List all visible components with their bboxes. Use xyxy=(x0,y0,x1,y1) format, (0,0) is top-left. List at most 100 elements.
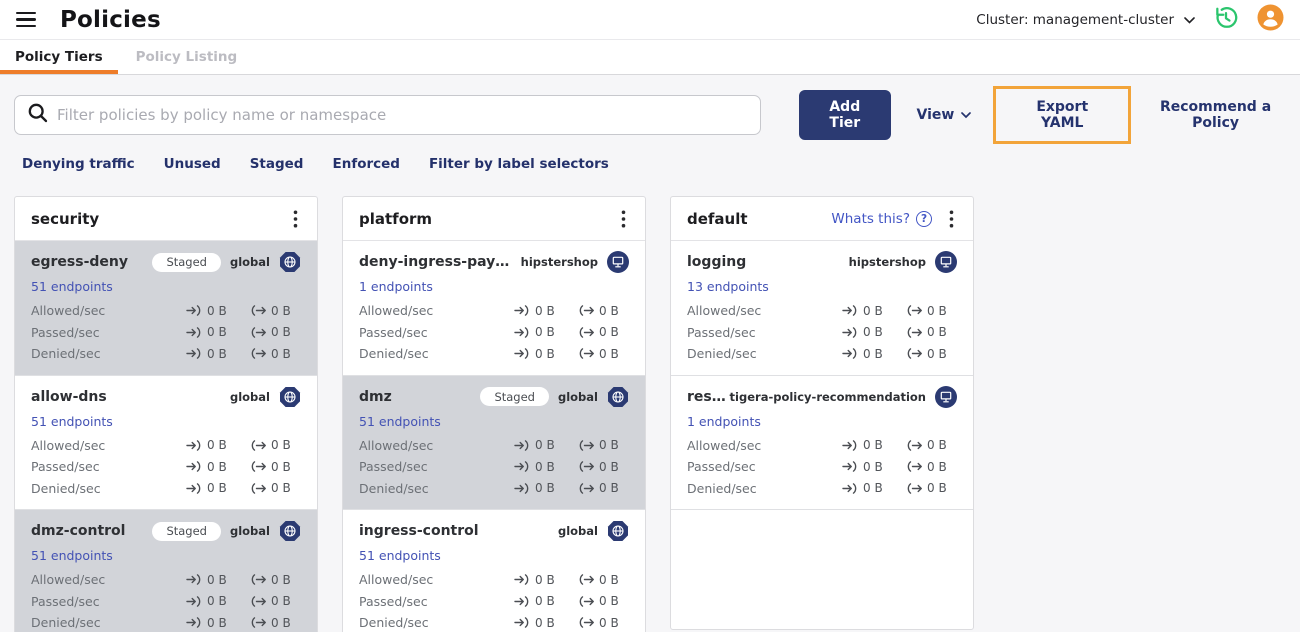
metric-value-out: 0 B xyxy=(599,459,619,474)
egress-icon xyxy=(906,482,923,494)
metric-label: Allowed/sec xyxy=(359,572,434,588)
tier-menu-button[interactable] xyxy=(944,206,959,232)
egress-value: 0 B xyxy=(250,304,301,318)
whats-this-link[interactable]: Whats this?? xyxy=(831,210,932,227)
endpoints-link[interactable]: 51 endpoints xyxy=(31,279,113,297)
metric-values: 0 B 0 B xyxy=(514,594,629,608)
egress-icon xyxy=(250,439,267,451)
whats-this-label: Whats this? xyxy=(831,210,910,227)
staged-badge: Staged xyxy=(152,252,221,272)
ingress-icon xyxy=(186,574,203,586)
metric-value-in: 0 B xyxy=(535,615,555,630)
egress-icon xyxy=(250,574,267,586)
filter-enforced[interactable]: Enforced xyxy=(332,156,399,172)
metric-value-out: 0 B xyxy=(599,481,619,496)
metric-value-out: 0 B xyxy=(599,572,619,587)
ingress-icon xyxy=(514,595,531,607)
policy-card[interactable]: egress-deny Staged global 51 endpoints Allow… xyxy=(15,241,317,375)
egress-value: 0 B xyxy=(250,481,301,495)
metric-label: Passed/sec xyxy=(359,593,428,609)
toolbar: Add Tier View Export YAML Recommend a Po… xyxy=(14,85,1286,144)
egress-value: 0 B xyxy=(578,481,629,495)
ingress-value: 0 B xyxy=(186,573,237,587)
ingress-icon xyxy=(514,326,531,338)
tier-header: security xyxy=(15,197,317,241)
endpoints-link[interactable]: 1 endpoints xyxy=(359,279,433,297)
filter-denying-traffic[interactable]: Denying traffic xyxy=(22,156,135,172)
ingress-value: 0 B xyxy=(186,438,237,452)
metric-values: 0 B 0 B xyxy=(842,438,957,452)
tab-policy-listing[interactable]: Policy Listing xyxy=(121,40,253,74)
egress-value: 0 B xyxy=(578,594,629,608)
user-icon xyxy=(1257,4,1284,35)
policy-card[interactable]: deny-ingress-paymentservi…hipstershop 1 e… xyxy=(343,241,645,375)
egress-icon xyxy=(578,595,595,607)
filter-filter-by-label-selectors[interactable]: Filter by label selectors xyxy=(429,156,609,172)
filter-unused[interactable]: Unused xyxy=(164,156,221,172)
policy-meta: tigera-policy-recommendation xyxy=(730,385,957,408)
user-avatar-button[interactable] xyxy=(1257,4,1284,35)
policy-card[interactable]: logging hipstershop 13 endpoints Allowed/se… xyxy=(671,241,973,375)
egress-icon xyxy=(578,348,595,360)
metric-value-in: 0 B xyxy=(863,325,883,340)
metric-label: Allowed/sec xyxy=(31,437,106,453)
policy-card[interactable]: allow-dns global 51 endpoints Allowed/sec 0 … xyxy=(15,374,317,510)
ingress-value: 0 B xyxy=(186,460,237,474)
ingress-icon xyxy=(842,482,859,494)
metric-label: Denied/sec xyxy=(687,346,757,362)
menu-icon[interactable] xyxy=(16,9,42,31)
metric-label: Passed/sec xyxy=(687,324,756,340)
recommend-policy-button[interactable]: Recommend a Policy xyxy=(1145,99,1286,131)
policy-meta: Staged global xyxy=(152,520,301,542)
metric-row: Denied/sec 0 B 0 B xyxy=(31,343,301,365)
egress-icon xyxy=(250,305,267,317)
tier-menu-button[interactable] xyxy=(616,206,631,232)
globe-badge-icon xyxy=(607,386,629,408)
tier-menu-button[interactable] xyxy=(288,206,303,232)
policy-card[interactable]: dmz-control Staged global 51 endpoints Allow… xyxy=(15,509,317,632)
metric-row: Allowed/sec 0 B 0 B xyxy=(31,435,301,457)
ingress-icon xyxy=(514,439,531,451)
endpoints-link[interactable]: 13 endpoints xyxy=(687,279,769,297)
policy-title-row: logging hipstershop xyxy=(687,249,957,275)
endpoints-link[interactable]: 51 endpoints xyxy=(31,548,113,566)
endpoints-link[interactable]: 51 endpoints xyxy=(359,548,441,566)
ingress-icon xyxy=(186,439,203,451)
tier-card: default Whats this?? logging hipstershop 13 … xyxy=(670,196,974,630)
endpoints-link[interactable]: 51 endpoints xyxy=(31,414,113,432)
tab-policy-tiers[interactable]: Policy Tiers xyxy=(0,40,118,74)
metric-value-out: 0 B xyxy=(927,303,947,318)
policy-card[interactable]: ingress-control global 51 endpoints Allowed… xyxy=(343,509,645,632)
metric-value-out: 0 B xyxy=(927,459,947,474)
metric-value-in: 0 B xyxy=(535,303,555,318)
ingress-icon xyxy=(514,617,531,629)
ingress-value: 0 B xyxy=(186,304,237,318)
add-tier-button[interactable]: Add Tier xyxy=(799,89,891,140)
ingress-icon xyxy=(186,326,203,338)
endpoints-link[interactable]: 1 endpoints xyxy=(687,414,761,432)
policy-card[interactable]: restrictedtigera-policy-recommendation 1 … xyxy=(671,374,973,510)
metric-value-out: 0 B xyxy=(599,594,619,609)
metric-label: Passed/sec xyxy=(359,324,428,340)
policy-name: egress-deny xyxy=(31,254,129,270)
policy-card[interactable]: dmz Staged global 51 endpoints Allowed/sec 0 … xyxy=(343,374,645,509)
filter-staged[interactable]: Staged xyxy=(250,156,304,172)
egress-value: 0 B xyxy=(578,573,629,587)
chevron-down-icon xyxy=(961,107,972,123)
egress-value: 0 B xyxy=(906,325,957,339)
policy-title-row: dmz-control Staged global xyxy=(31,518,301,544)
ingress-value: 0 B xyxy=(514,347,565,361)
globe-badge-icon xyxy=(607,520,629,542)
export-yaml-button[interactable]: Export YAML xyxy=(1019,99,1105,131)
metric-label: Allowed/sec xyxy=(31,303,106,319)
metric-row: Passed/sec 0 B 0 B xyxy=(359,456,629,478)
view-dropdown[interactable]: View xyxy=(917,107,972,123)
metric-label: Passed/sec xyxy=(31,593,100,609)
history-button[interactable] xyxy=(1213,5,1239,35)
metric-row: Allowed/sec 0 B 0 B xyxy=(687,300,957,322)
cluster-selector[interactable]: Cluster: management-cluster xyxy=(976,12,1195,28)
endpoints-link[interactable]: 51 endpoints xyxy=(359,414,441,432)
search-box[interactable] xyxy=(14,94,762,135)
policy-search-input[interactable] xyxy=(57,105,749,124)
metric-label: Allowed/sec xyxy=(687,303,762,319)
